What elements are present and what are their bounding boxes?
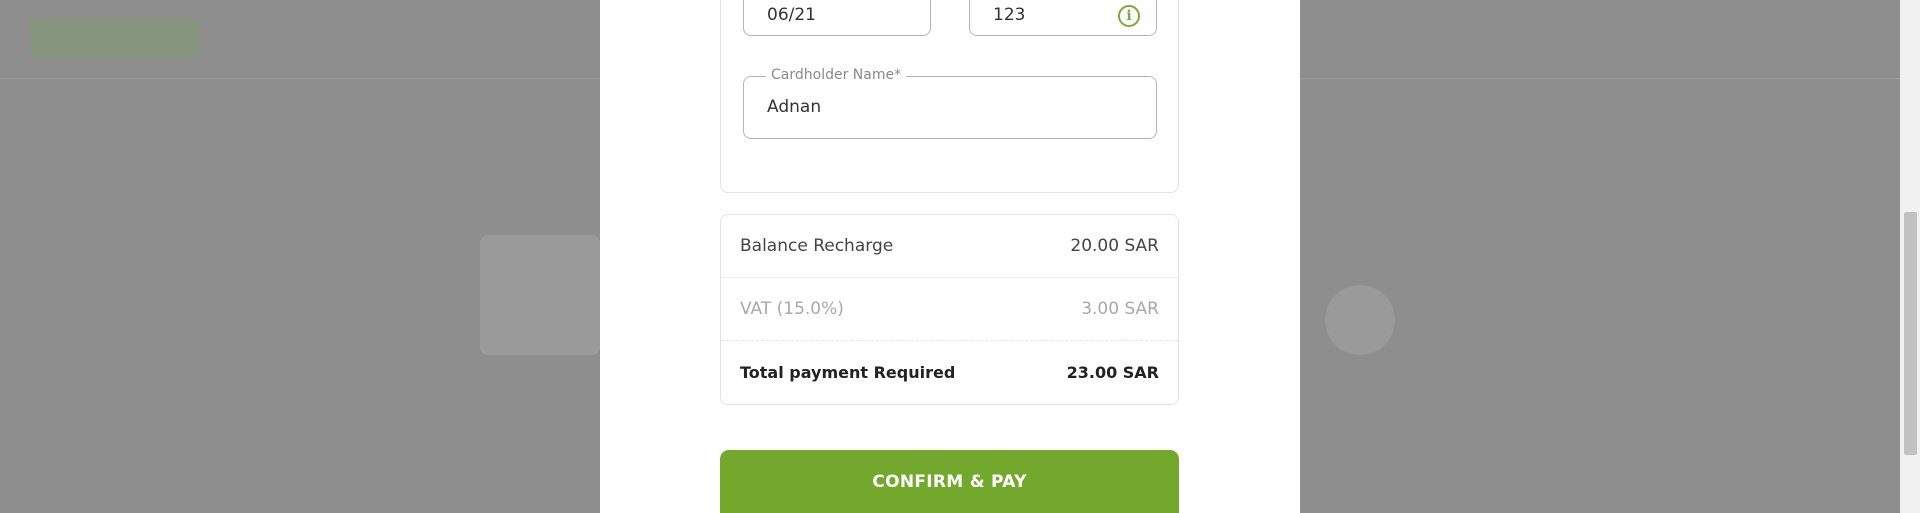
background-logo xyxy=(30,18,200,58)
cardholder-name-field[interactable]: Cardholder Name* Adnan xyxy=(743,67,1157,139)
scrollbar-thumb[interactable] xyxy=(1904,212,1917,455)
cvv-field[interactable]: 123 i xyxy=(969,0,1157,36)
vat-label: VAT (15.0%) xyxy=(740,299,844,319)
page-scrollbar[interactable] xyxy=(1900,0,1920,513)
card-details-form: 06/21 123 i Cardholder Name* Adnan xyxy=(720,0,1179,193)
total-value: 23.00 SAR xyxy=(1066,362,1159,382)
payment-modal: 06/21 123 i Cardholder Name* Adnan Balan… xyxy=(600,0,1300,513)
cvv-info-wrap[interactable]: i xyxy=(1096,5,1156,33)
balance-label: Balance Recharge xyxy=(740,236,894,256)
summary-row-balance: Balance Recharge 20.00 SAR xyxy=(721,215,1178,278)
cvv-value: 123 xyxy=(993,5,1026,25)
vat-value: 3.00 SAR xyxy=(1081,299,1159,319)
confirm-pay-button[interactable]: CONFIRM & PAY xyxy=(720,450,1179,513)
expiry-date-field[interactable]: 06/21 xyxy=(743,0,931,36)
balance-value: 20.00 SAR xyxy=(1070,236,1159,256)
total-label: Total payment Required xyxy=(740,362,956,382)
payment-summary: Balance Recharge 20.00 SAR VAT (15.0%) 3… xyxy=(720,214,1179,405)
background-panel xyxy=(480,235,600,355)
background-avatar xyxy=(1325,285,1395,355)
cardholder-name-label: Cardholder Name* xyxy=(766,67,907,83)
summary-row-vat: VAT (15.0%) 3.00 SAR xyxy=(721,278,1178,341)
summary-row-total: Total payment Required 23.00 SAR xyxy=(740,341,1159,403)
info-icon[interactable]: i xyxy=(1118,5,1140,27)
expiry-date-value: 06/21 xyxy=(767,5,816,25)
cardholder-name-value: Adnan xyxy=(767,97,822,117)
